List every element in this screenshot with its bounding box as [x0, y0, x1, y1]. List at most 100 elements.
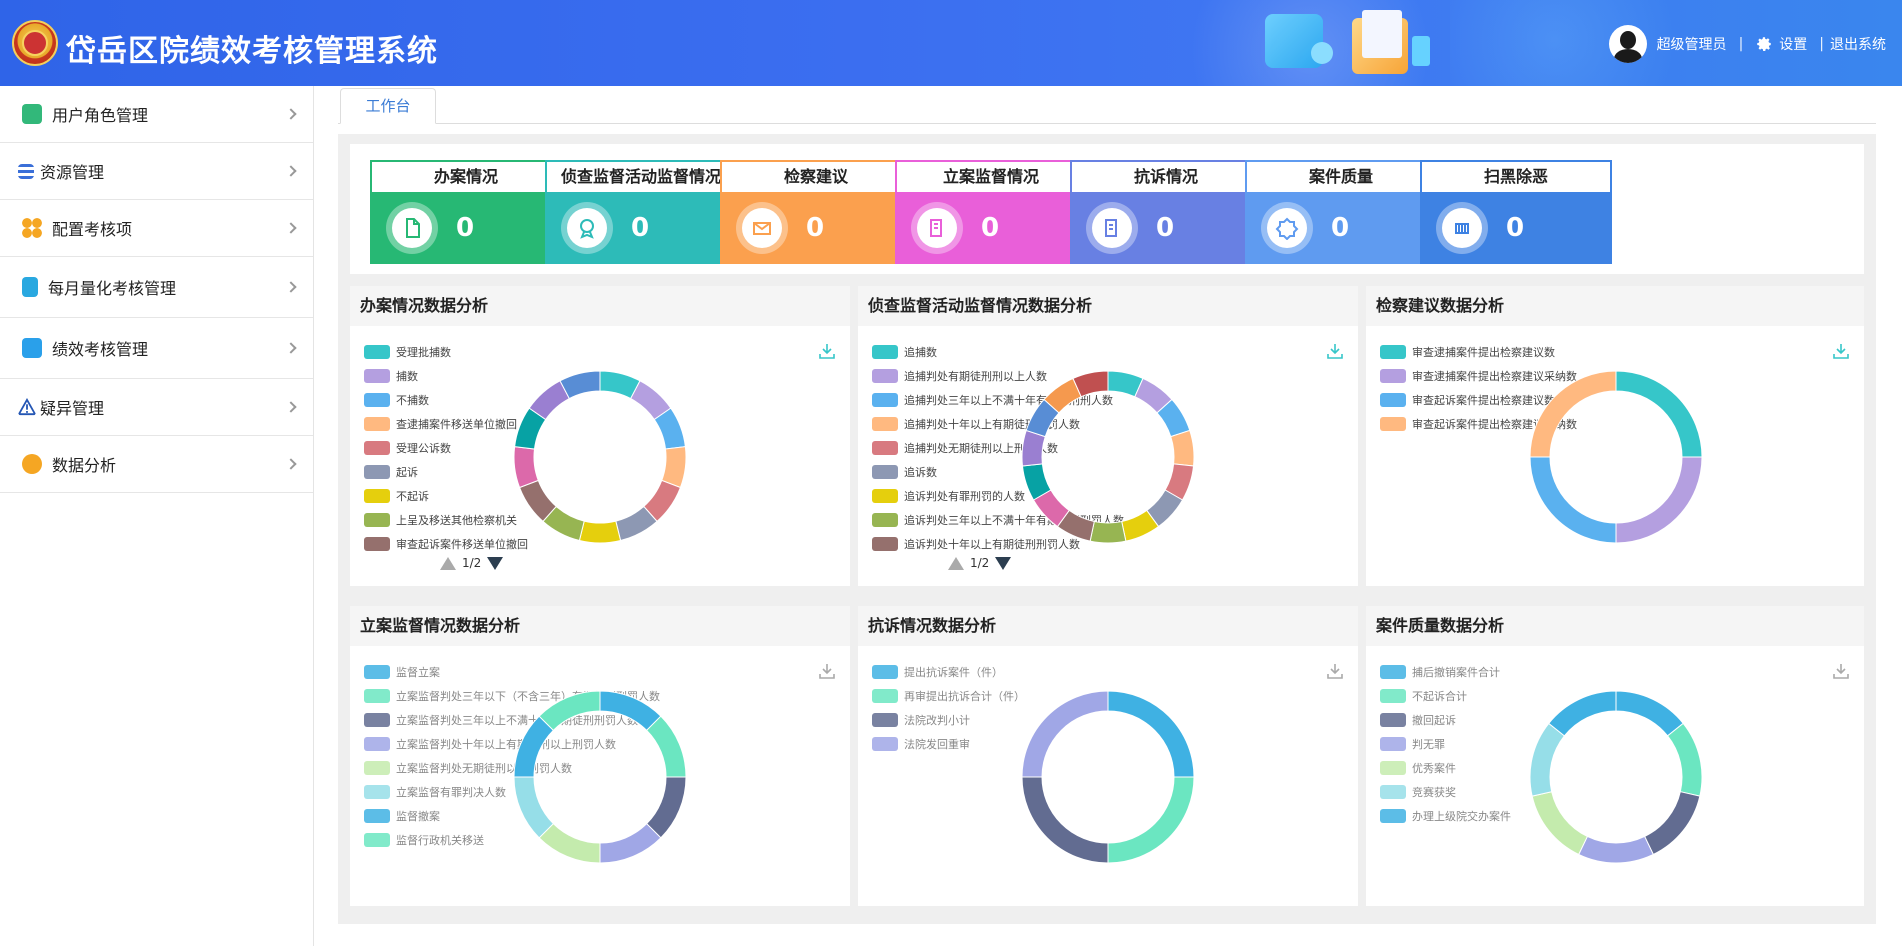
legend-item[interactable]: 查逮捕案件移送单位撤回: [364, 412, 528, 436]
pager-down-icon[interactable]: [487, 556, 504, 570]
chart-panel: 检察建议数据分析 审查逮捕案件提出检察建议数 审查逮捕案件提出检察建议采纳数 审查起诉…: [1366, 286, 1864, 586]
legend-item[interactable]: 捕数: [364, 364, 528, 388]
legend-item[interactable]: 竞赛获奖: [1380, 780, 1511, 804]
legend-item[interactable]: 不捕数: [364, 388, 528, 412]
donut-slice[interactable]: [538, 690, 601, 732]
legend-item[interactable]: 提出抗诉案件（件）: [872, 660, 1025, 684]
sidebar-item-performance[interactable]: 绩效考核管理: [0, 318, 313, 379]
legend-item[interactable]: 判无罪: [1380, 732, 1511, 756]
sidebar-item-config[interactable]: 配置考核项: [0, 200, 313, 257]
donut-slice[interactable]: [1170, 429, 1195, 467]
legend-swatch: [364, 713, 390, 727]
legend-item[interactable]: 审查起诉案件移送单位撤回: [364, 532, 528, 556]
pager-down-icon[interactable]: [995, 556, 1012, 570]
legend-swatch: [1380, 785, 1406, 799]
legend-label: 查逮捕案件移送单位撤回: [396, 418, 517, 431]
sidebar-item-monthly[interactable]: 每月量化考核管理: [0, 257, 313, 318]
sidebar-item-user-role[interactable]: 用户角色管理: [0, 86, 313, 143]
donut-slice[interactable]: [1089, 520, 1127, 544]
legend-item[interactable]: 办理上级院交办案件: [1380, 804, 1511, 828]
grid-icon: [22, 218, 42, 238]
stat-card[interactable]: 立案监督情况 0: [895, 160, 1087, 264]
stat-card[interactable]: 案件质量 0: [1245, 160, 1437, 264]
logout-link[interactable]: 退出系统: [1830, 34, 1886, 54]
donut-slice[interactable]: [1107, 776, 1195, 864]
donut-slice[interactable]: [1021, 690, 1109, 778]
donut-slice[interactable]: [1643, 791, 1701, 856]
download-icon[interactable]: [1832, 662, 1850, 680]
legend-item[interactable]: 审查逮捕案件提出检察建议数: [1380, 340, 1577, 364]
stat-card-value: 0: [1156, 213, 1175, 243]
donut-slice[interactable]: [1531, 791, 1589, 856]
legend-item[interactable]: 受理公诉数: [364, 436, 528, 460]
donut-slice[interactable]: [513, 446, 539, 489]
donut-slice[interactable]: [1666, 722, 1703, 797]
legend-label: 判无罪: [1412, 738, 1445, 751]
donut-slice[interactable]: [513, 715, 555, 778]
sidebar-item-resource[interactable]: 资源管理: [0, 143, 313, 200]
stat-card[interactable]: 侦查监督活动监督情况 0: [545, 160, 737, 264]
avatar[interactable]: [1608, 25, 1647, 63]
download-icon[interactable]: [818, 342, 836, 360]
chart-panel: 案件质量数据分析 捕后撤销案件合计 不起诉合计 撤回起诉 判无罪 优秀案件 竞赛获奖 办理上级…: [1366, 606, 1864, 906]
legend-item[interactable]: 法院改判小计: [872, 708, 1025, 732]
legend-item[interactable]: 监督立案: [364, 660, 660, 684]
legend-item[interactable]: 起诉: [364, 460, 528, 484]
donut-slice[interactable]: [1107, 690, 1195, 778]
legend-item[interactable]: 捕后撤销案件合计: [1380, 660, 1511, 684]
sidebar-item-dispute[interactable]: 疑异管理: [0, 379, 313, 436]
donut-slice[interactable]: [645, 715, 687, 778]
legend-item[interactable]: 法院发回重审: [872, 732, 1025, 756]
sidebar-item-analysis[interactable]: 数据分析: [0, 436, 313, 493]
legend-label: 法院改判小计: [904, 714, 970, 727]
stat-card[interactable]: 办案情况 0: [370, 160, 562, 264]
download-icon[interactable]: [818, 662, 836, 680]
donut-slice[interactable]: [538, 822, 601, 864]
fist-icon: [1436, 202, 1488, 254]
settings-link[interactable]: 设置: [1779, 34, 1807, 54]
donut-slice[interactable]: [1615, 456, 1703, 544]
legend-label: 追捕数: [904, 346, 937, 359]
donut-slice[interactable]: [1529, 456, 1617, 544]
gavel-icon: [911, 202, 963, 254]
download-icon[interactable]: [1832, 342, 1850, 360]
donut-slice[interactable]: [1529, 370, 1617, 458]
pager-up-icon[interactable]: [948, 556, 964, 570]
legend-label: 优秀案件: [1412, 762, 1456, 775]
donut-slice[interactable]: [1021, 776, 1109, 864]
donut-slice[interactable]: [578, 520, 622, 544]
gear-icon[interactable]: [1755, 35, 1773, 53]
donut-slice[interactable]: [599, 690, 662, 732]
legend-swatch: [1380, 665, 1406, 679]
legend-swatch: [364, 833, 390, 847]
donut-slice[interactable]: [1615, 690, 1684, 737]
donut-slice[interactable]: [599, 822, 662, 864]
legend-item[interactable]: 不起诉: [364, 484, 528, 508]
legend-item[interactable]: 上呈及移送其他检察机关: [364, 508, 528, 532]
legend-swatch: [1380, 809, 1406, 823]
donut-slice[interactable]: [1529, 722, 1566, 797]
donut-slice[interactable]: [1548, 690, 1617, 737]
legend-item[interactable]: 不起诉合计: [1380, 684, 1511, 708]
legend-label: 提出抗诉案件（件）: [904, 666, 1003, 679]
legend-item[interactable]: 受理批捕数: [364, 340, 528, 364]
donut-slice[interactable]: [513, 776, 555, 839]
legend-item[interactable]: 追捕数: [872, 340, 1124, 364]
download-icon[interactable]: [1326, 662, 1344, 680]
legend-swatch: [872, 689, 898, 703]
stat-card[interactable]: 检察建议 0: [720, 160, 912, 264]
tab-workbench[interactable]: 工作台: [340, 88, 436, 124]
download-icon[interactable]: [1326, 342, 1344, 360]
legend-label: 上呈及移送其他检察机关: [396, 514, 517, 527]
stat-card[interactable]: 扫黑除恶 0: [1420, 160, 1612, 264]
user-name[interactable]: 超级管理员: [1657, 34, 1727, 54]
stat-card[interactable]: 抗诉情况 0: [1070, 160, 1262, 264]
legend-item[interactable]: 撤回起诉: [1380, 708, 1511, 732]
pager-up-icon[interactable]: [440, 556, 456, 570]
legend-item[interactable]: 优秀案件: [1380, 756, 1511, 780]
donut-slice[interactable]: [645, 776, 687, 839]
legend-item[interactable]: 再审提出抗诉合计（件）: [872, 684, 1025, 708]
donut-slice[interactable]: [1578, 835, 1654, 864]
chart-panel: 侦查监督活动监督情况数据分析 追捕数 追捕判处有期徒刑刑以上人数 追捕判处三年以上不满…: [858, 286, 1358, 586]
donut-slice[interactable]: [1615, 370, 1703, 458]
